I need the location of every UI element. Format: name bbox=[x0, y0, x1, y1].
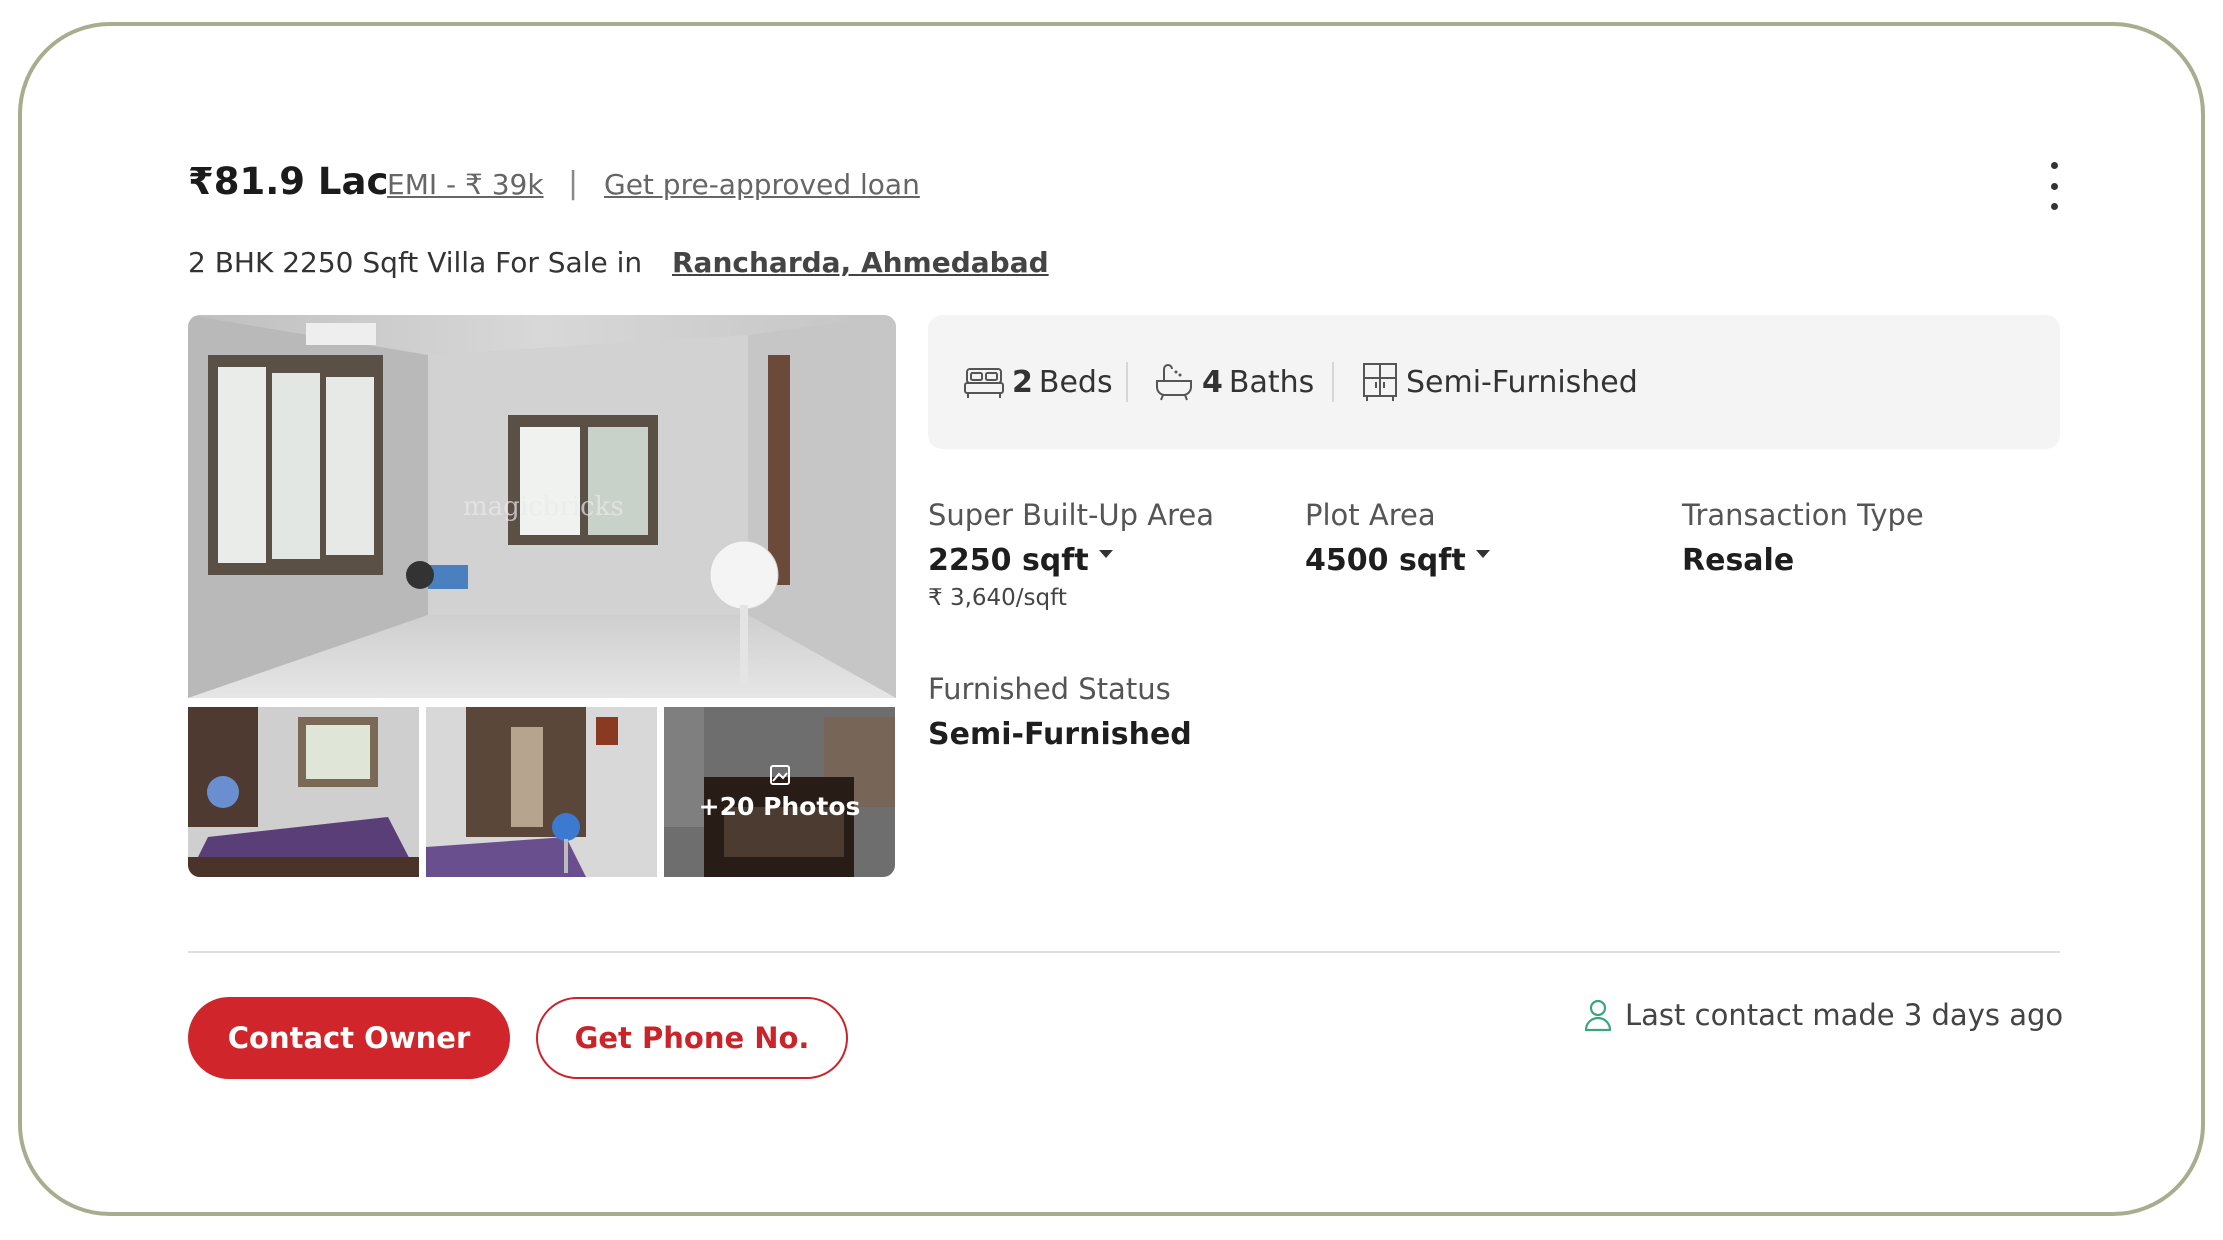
amenity-divider bbox=[1332, 362, 1334, 402]
section-divider bbox=[188, 951, 2060, 953]
baths-info: 4 Baths bbox=[1154, 362, 1314, 402]
room-photo-image: magicbricks bbox=[188, 315, 896, 698]
bedroom-photo-image bbox=[188, 707, 419, 877]
plot-area-value[interactable]: 4500 sqft bbox=[1305, 543, 1490, 578]
image-icon bbox=[769, 764, 790, 785]
main-photo[interactable]: magicbricks bbox=[188, 315, 896, 698]
get-phone-button[interactable]: Get Phone No. bbox=[536, 997, 848, 1079]
header-separator: | bbox=[568, 166, 579, 201]
chevron-down-icon bbox=[1475, 549, 1490, 558]
kebab-menu-icon bbox=[2050, 162, 2058, 169]
gallery-thumbnail[interactable] bbox=[188, 707, 419, 877]
contact-owner-button[interactable]: Contact Owner bbox=[188, 997, 510, 1079]
more-photos-thumbnail[interactable]: +20 Photos bbox=[664, 707, 895, 877]
user-icon bbox=[1584, 999, 1612, 1032]
super-area-label: Super Built-Up Area bbox=[928, 498, 1214, 532]
more-options-button[interactable] bbox=[2040, 162, 2068, 210]
wardrobe-photo-image bbox=[426, 707, 657, 877]
furnishing-label: Semi-Furnished bbox=[1406, 364, 1638, 400]
price: ₹81.9 Lac bbox=[188, 160, 389, 203]
beds-label: Beds bbox=[1038, 364, 1113, 400]
bathtub-icon bbox=[1156, 364, 1192, 401]
gallery-thumbnail[interactable] bbox=[426, 707, 657, 877]
bed-icon bbox=[964, 368, 1004, 398]
emi-link[interactable]: EMI - ₹ 39k bbox=[387, 168, 544, 201]
chevron-down-icon bbox=[1098, 549, 1113, 558]
wardrobe-icon bbox=[1363, 363, 1397, 401]
more-photos-overlay[interactable]: +20 Photos bbox=[664, 707, 895, 877]
transaction-type-value: Resale bbox=[1682, 543, 1795, 578]
listing-title: 2 BHK 2250 Sqft Villa For Sale in bbox=[188, 246, 643, 279]
amenities-bar: 2 Beds 4 Baths Semi-Furnished bbox=[928, 315, 2060, 449]
furnished-status-value: Semi-Furnished bbox=[928, 717, 1192, 752]
last-contact-info: Last contact made 3 days ago bbox=[1583, 995, 2063, 1035]
pre-approved-loan-link[interactable]: Get pre-approved loan bbox=[604, 168, 920, 201]
furnished-status-label: Furnished Status bbox=[928, 672, 1171, 706]
locality-link[interactable]: Rancharda, Ahmedabad bbox=[672, 246, 1049, 279]
amenity-divider bbox=[1126, 362, 1128, 402]
watermark: magicbricks bbox=[463, 492, 624, 522]
baths-label: Baths bbox=[1228, 364, 1315, 400]
last-contact-text: Last contact made 3 days ago bbox=[1625, 998, 2064, 1032]
furnishing-info: Semi-Furnished bbox=[1362, 362, 1638, 402]
plot-area-label: Plot Area bbox=[1305, 498, 1436, 532]
more-photos-label: +20 Photos bbox=[698, 791, 861, 821]
transaction-type-label: Transaction Type bbox=[1682, 498, 1924, 532]
baths-count: 4 bbox=[1202, 364, 1223, 400]
super-area-value[interactable]: 2250 sqft bbox=[928, 543, 1113, 578]
beds-info: 2 Beds bbox=[964, 362, 1113, 402]
price-per-sqft: ₹ 3,640/sqft bbox=[928, 585, 1067, 611]
beds-count: 2 bbox=[1012, 364, 1033, 400]
